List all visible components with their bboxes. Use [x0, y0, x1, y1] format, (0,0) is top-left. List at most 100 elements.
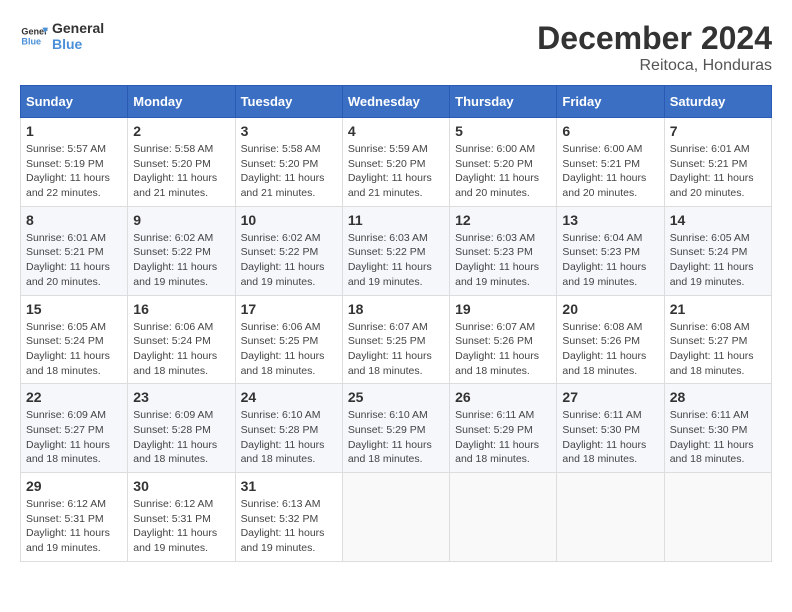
location-title: Reitoca, Honduras	[537, 57, 772, 75]
day-number: 26	[455, 389, 551, 405]
calendar-cell: 15 Sunrise: 6:05 AMSunset: 5:24 PMDayligh…	[21, 295, 128, 384]
calendar-header-row: SundayMondayTuesdayWednesdayThursdayFrid…	[21, 86, 772, 118]
calendar-cell	[664, 473, 771, 562]
day-info: Sunrise: 6:13 AMSunset: 5:32 PMDaylight:…	[241, 497, 337, 556]
day-number: 1	[26, 123, 122, 139]
day-info: Sunrise: 6:06 AMSunset: 5:24 PMDaylight:…	[133, 320, 229, 379]
calendar-cell: 24 Sunrise: 6:10 AMSunset: 5:28 PMDayligh…	[235, 384, 342, 473]
day-info: Sunrise: 6:07 AMSunset: 5:25 PMDaylight:…	[348, 320, 444, 379]
calendar-cell: 3 Sunrise: 5:58 AMSunset: 5:20 PMDaylight…	[235, 118, 342, 207]
calendar-cell: 9 Sunrise: 6:02 AMSunset: 5:22 PMDaylight…	[128, 206, 235, 295]
calendar-header-sunday: Sunday	[21, 86, 128, 118]
day-number: 19	[455, 301, 551, 317]
day-info: Sunrise: 6:01 AMSunset: 5:21 PMDaylight:…	[670, 142, 766, 201]
calendar-cell: 27 Sunrise: 6:11 AMSunset: 5:30 PMDayligh…	[557, 384, 664, 473]
calendar-cell	[557, 473, 664, 562]
calendar-week-3: 15 Sunrise: 6:05 AMSunset: 5:24 PMDayligh…	[21, 295, 772, 384]
day-info: Sunrise: 5:58 AMSunset: 5:20 PMDaylight:…	[133, 142, 229, 201]
day-number: 31	[241, 478, 337, 494]
day-info: Sunrise: 6:07 AMSunset: 5:26 PMDaylight:…	[455, 320, 551, 379]
logo-line2: Blue	[52, 36, 104, 52]
calendar-cell: 2Sunrise: 5:58 AMSunset: 5:20 PMDaylight…	[128, 118, 235, 207]
month-title: December 2024	[537, 20, 772, 57]
calendar-cell: 6 Sunrise: 6:00 AMSunset: 5:21 PMDaylight…	[557, 118, 664, 207]
calendar-week-5: 29 Sunrise: 6:12 AMSunset: 5:31 PMDayligh…	[21, 473, 772, 562]
day-number: 12	[455, 212, 551, 228]
calendar-cell: 19 Sunrise: 6:07 AMSunset: 5:26 PMDayligh…	[450, 295, 557, 384]
day-number: 29	[26, 478, 122, 494]
calendar-week-2: 8Sunrise: 6:01 AMSunset: 5:21 PMDaylight…	[21, 206, 772, 295]
day-number: 14	[670, 212, 766, 228]
day-number: 24	[241, 389, 337, 405]
svg-text:Blue: Blue	[21, 36, 41, 46]
day-info: Sunrise: 5:57 AMSunset: 5:19 PMDaylight:…	[26, 142, 122, 201]
calendar-cell: 18 Sunrise: 6:07 AMSunset: 5:25 PMDayligh…	[342, 295, 449, 384]
day-info: Sunrise: 6:01 AMSunset: 5:21 PMDaylight:…	[26, 231, 122, 290]
calendar-cell: 1 Sunrise: 5:57 AMSunset: 5:19 PMDaylight…	[21, 118, 128, 207]
calendar-cell: 8Sunrise: 6:01 AMSunset: 5:21 PMDaylight…	[21, 206, 128, 295]
calendar-week-1: 1 Sunrise: 5:57 AMSunset: 5:19 PMDaylight…	[21, 118, 772, 207]
day-number: 5	[455, 123, 551, 139]
day-number: 23	[133, 389, 229, 405]
calendar-cell: 26 Sunrise: 6:11 AMSunset: 5:29 PMDayligh…	[450, 384, 557, 473]
day-info: Sunrise: 6:02 AMSunset: 5:22 PMDaylight:…	[241, 231, 337, 290]
day-number: 11	[348, 212, 444, 228]
calendar-cell: 11 Sunrise: 6:03 AMSunset: 5:22 PMDayligh…	[342, 206, 449, 295]
day-info: Sunrise: 6:11 AMSunset: 5:30 PMDaylight:…	[562, 408, 658, 467]
day-info: Sunrise: 6:08 AMSunset: 5:26 PMDaylight:…	[562, 320, 658, 379]
day-number: 25	[348, 389, 444, 405]
calendar-header-wednesday: Wednesday	[342, 86, 449, 118]
day-info: Sunrise: 6:09 AMSunset: 5:28 PMDaylight:…	[133, 408, 229, 467]
day-info: Sunrise: 6:00 AMSunset: 5:21 PMDaylight:…	[562, 142, 658, 201]
day-number: 9	[133, 212, 229, 228]
calendar-cell: 31 Sunrise: 6:13 AMSunset: 5:32 PMDayligh…	[235, 473, 342, 562]
calendar-header-tuesday: Tuesday	[235, 86, 342, 118]
calendar-cell: 20 Sunrise: 6:08 AMSunset: 5:26 PMDayligh…	[557, 295, 664, 384]
day-number: 13	[562, 212, 658, 228]
day-info: Sunrise: 6:10 AMSunset: 5:28 PMDaylight:…	[241, 408, 337, 467]
day-info: Sunrise: 6:11 AMSunset: 5:29 PMDaylight:…	[455, 408, 551, 467]
day-info: Sunrise: 6:03 AMSunset: 5:23 PMDaylight:…	[455, 231, 551, 290]
calendar-cell: 25 Sunrise: 6:10 AMSunset: 5:29 PMDayligh…	[342, 384, 449, 473]
page-header: General Blue General Blue December 2024 …	[20, 20, 772, 75]
day-number: 22	[26, 389, 122, 405]
day-info: Sunrise: 6:05 AMSunset: 5:24 PMDaylight:…	[26, 320, 122, 379]
calendar-cell: 13 Sunrise: 6:04 AMSunset: 5:23 PMDayligh…	[557, 206, 664, 295]
day-number: 21	[670, 301, 766, 317]
day-number: 18	[348, 301, 444, 317]
calendar-cell: 16 Sunrise: 6:06 AMSunset: 5:24 PMDayligh…	[128, 295, 235, 384]
day-number: 17	[241, 301, 337, 317]
day-info: Sunrise: 5:58 AMSunset: 5:20 PMDaylight:…	[241, 142, 337, 201]
calendar-header-friday: Friday	[557, 86, 664, 118]
day-info: Sunrise: 6:10 AMSunset: 5:29 PMDaylight:…	[348, 408, 444, 467]
day-number: 30	[133, 478, 229, 494]
day-info: Sunrise: 6:00 AMSunset: 5:20 PMDaylight:…	[455, 142, 551, 201]
day-info: Sunrise: 6:05 AMSunset: 5:24 PMDaylight:…	[670, 231, 766, 290]
calendar-cell: 4Sunrise: 5:59 AMSunset: 5:20 PMDaylight…	[342, 118, 449, 207]
calendar-header-saturday: Saturday	[664, 86, 771, 118]
day-info: Sunrise: 6:02 AMSunset: 5:22 PMDaylight:…	[133, 231, 229, 290]
calendar-cell	[450, 473, 557, 562]
day-info: Sunrise: 6:03 AMSunset: 5:22 PMDaylight:…	[348, 231, 444, 290]
calendar-cell: 23 Sunrise: 6:09 AMSunset: 5:28 PMDayligh…	[128, 384, 235, 473]
day-number: 4	[348, 123, 444, 139]
day-number: 16	[133, 301, 229, 317]
day-info: Sunrise: 6:09 AMSunset: 5:27 PMDaylight:…	[26, 408, 122, 467]
general-blue-icon: General Blue	[20, 22, 48, 50]
calendar-cell: 14 Sunrise: 6:05 AMSunset: 5:24 PMDayligh…	[664, 206, 771, 295]
day-number: 3	[241, 123, 337, 139]
calendar-header-monday: Monday	[128, 86, 235, 118]
day-number: 15	[26, 301, 122, 317]
day-number: 28	[670, 389, 766, 405]
day-number: 27	[562, 389, 658, 405]
calendar-cell: 7Sunrise: 6:01 AMSunset: 5:21 PMDaylight…	[664, 118, 771, 207]
day-number: 6	[562, 123, 658, 139]
calendar-cell: 22 Sunrise: 6:09 AMSunset: 5:27 PMDayligh…	[21, 384, 128, 473]
day-number: 20	[562, 301, 658, 317]
day-info: Sunrise: 6:08 AMSunset: 5:27 PMDaylight:…	[670, 320, 766, 379]
calendar-cell: 10Sunrise: 6:02 AMSunset: 5:22 PMDayligh…	[235, 206, 342, 295]
day-info: Sunrise: 6:04 AMSunset: 5:23 PMDaylight:…	[562, 231, 658, 290]
title-section: December 2024 Reitoca, Honduras	[537, 20, 772, 75]
day-info: Sunrise: 6:12 AMSunset: 5:31 PMDaylight:…	[26, 497, 122, 556]
calendar-table: SundayMondayTuesdayWednesdayThursdayFrid…	[20, 85, 772, 562]
